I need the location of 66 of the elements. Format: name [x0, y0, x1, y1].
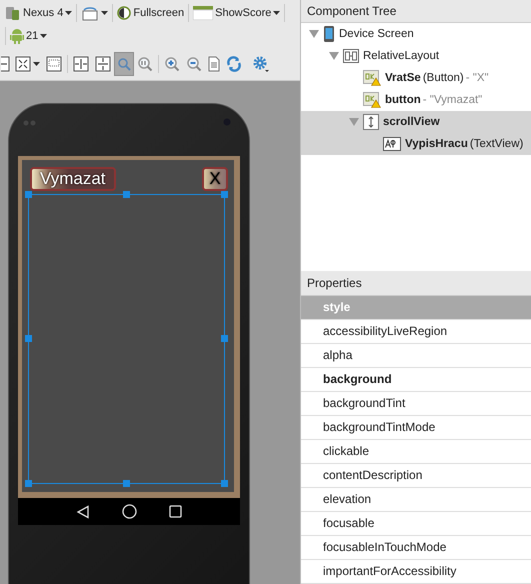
api-dropdown[interactable]: 21 — [8, 25, 50, 47]
tree-item[interactable]: scrollView — [301, 111, 531, 133]
tree-item[interactable]: button - "Vymazat" — [301, 89, 531, 111]
zoom-out-icon — [186, 56, 202, 72]
property-row[interactable]: accessibilityLiveRegion — [301, 320, 531, 344]
layout-icon — [343, 49, 359, 63]
scroll-icon — [363, 114, 379, 130]
component-name: VypisHracu — [405, 138, 468, 150]
device-dropdown[interactable]: Nexus 4 — [3, 2, 74, 24]
expand-arrow-icon[interactable] — [329, 51, 339, 61]
frame-icon — [46, 56, 62, 72]
tree-item[interactable]: VypisHracu (TextView) — [301, 133, 531, 155]
property-row[interactable]: focusableInTouchMode — [301, 536, 531, 560]
component-name: button — [385, 94, 421, 106]
close-button[interactable]: X — [202, 167, 228, 191]
property-row[interactable]: clickable — [301, 440, 531, 464]
fit-screen-icon — [15, 56, 31, 72]
phone-icon — [323, 25, 335, 43]
window-icon — [193, 6, 214, 20]
text-view-icon — [383, 137, 401, 151]
property-row[interactable]: alpha — [301, 344, 531, 368]
home-icon[interactable] — [122, 504, 137, 519]
rotate-icon — [81, 4, 100, 20]
property-row[interactable]: backgroundTint — [301, 392, 531, 416]
component-value: - "X" — [466, 72, 489, 84]
component-name: scrollView — [383, 116, 440, 128]
property-row[interactable]: backgroundTintMode — [301, 416, 531, 440]
component-type: (TextView) — [470, 138, 524, 150]
component-tree-header: Component Tree — [301, 0, 531, 23]
zoom-in-icon — [164, 56, 180, 72]
caret-icon — [101, 10, 108, 14]
tree-item[interactable]: VratSe (Button) - "X" — [301, 67, 531, 89]
shrink-horizontal-icon — [73, 56, 89, 72]
property-row[interactable]: background — [301, 368, 531, 392]
property-row[interactable]: focusable — [301, 512, 531, 536]
recents-icon[interactable] — [169, 505, 182, 518]
android-icon — [10, 28, 24, 44]
magnifier-icon — [117, 56, 131, 70]
expand-arrow-icon[interactable] — [309, 29, 319, 39]
fullscreen-button[interactable]: Fullscreen — [115, 2, 186, 24]
component-name: Device Screen — [339, 28, 414, 40]
caret-icon — [33, 62, 40, 66]
document-icon — [208, 56, 220, 72]
devices-icon — [5, 4, 21, 20]
component-name: VratSe — [385, 72, 421, 84]
speaker-icon — [23, 118, 37, 128]
magnifier-icon — [137, 56, 153, 72]
properties-header: Properties — [301, 271, 531, 296]
theme-dropdown[interactable]: ShowScore — [191, 2, 282, 24]
refresh-icon — [226, 56, 242, 72]
component-type: (Button) — [422, 72, 464, 84]
property-row[interactable]: contentDescription — [301, 464, 531, 488]
shrink-vertical-icon — [95, 56, 111, 72]
back-icon[interactable] — [76, 504, 90, 518]
tree-item[interactable]: RelativeLayout — [301, 45, 531, 67]
property-row[interactable]: elevation — [301, 488, 531, 512]
half-circle-icon — [117, 6, 132, 20]
expand-icon — [1, 56, 11, 72]
property-row[interactable]: importantForAccessibility — [301, 560, 531, 584]
component-name: RelativeLayout — [363, 50, 440, 62]
caret-icon — [273, 10, 280, 14]
tree-item[interactable]: Device Screen — [301, 23, 531, 45]
component-value: - "Vymazat" — [422, 94, 482, 106]
caret-icon — [65, 10, 72, 14]
settings-icon — [252, 54, 270, 72]
caret-icon — [40, 34, 48, 38]
